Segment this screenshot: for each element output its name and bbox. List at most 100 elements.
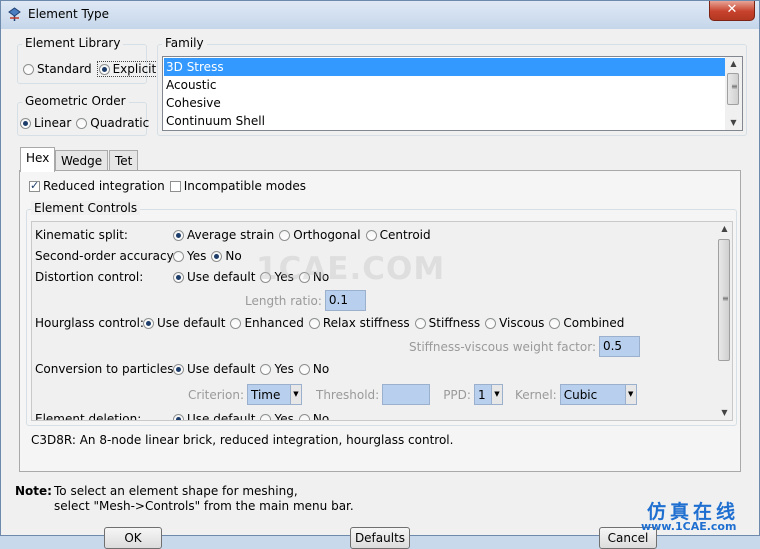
conversion-particles-label: Conversion to particles:	[35, 362, 178, 376]
radio-linear[interactable]: Linear	[20, 116, 71, 130]
kinematic-split-row: Kinematic split: Average strain Orthogon…	[35, 228, 436, 242]
scroll-down-icon[interactable]: ▼	[725, 116, 742, 130]
weight-factor-row: Stiffness-viscous weight factor: 0.5	[409, 336, 640, 357]
geometric-order-options: Linear Quadratic	[20, 116, 154, 130]
family-item-3d-stress[interactable]: 3D Stress	[164, 58, 725, 76]
radio-icon	[308, 317, 320, 329]
geometric-order-label: Geometric Order	[22, 94, 129, 108]
radio-conversion-yes[interactable]: Yes	[260, 362, 294, 376]
scroll-up-icon[interactable]: ▲	[725, 57, 742, 71]
radio-hourglass-combined[interactable]: Combined	[549, 316, 624, 330]
radio-explicit[interactable]: Explicit	[96, 61, 159, 77]
note-line-2: select "Mesh->Controls" from the main me…	[54, 499, 354, 513]
tab-tet[interactable]: Tet	[109, 150, 139, 171]
length-ratio-label: Length ratio:	[245, 293, 322, 308]
element-deletion-row: Element deletion: Use default Yes No	[35, 412, 334, 420]
kernel-label: Kernel:	[514, 387, 557, 402]
radio-second-order-yes[interactable]: Yes	[173, 249, 206, 263]
grip-icon: ≡	[731, 82, 738, 91]
weight-factor-input[interactable]: 0.5	[598, 336, 640, 357]
radio-conversion-no[interactable]: No	[298, 362, 329, 376]
radio-standard[interactable]: Standard	[23, 62, 92, 76]
defaults-button[interactable]: Defaults	[350, 527, 410, 549]
radio-centroid[interactable]: Centroid	[365, 228, 431, 242]
element-type-dialog: Element Type ✕ Element Library Standard …	[0, 0, 760, 549]
family-item-cohesive[interactable]: Cohesive	[164, 94, 725, 112]
radio-icon	[98, 63, 110, 75]
radio-hourglass-enhanced[interactable]: Enhanced	[230, 316, 304, 330]
hourglass-control-label: Hourglass control:	[35, 316, 144, 330]
radio-icon	[414, 317, 426, 329]
chevron-down-icon: ▼	[624, 385, 636, 404]
radio-icon	[365, 229, 377, 241]
radio-hourglass-relax-stiffness[interactable]: Relax stiffness	[308, 316, 410, 330]
scroll-up-icon[interactable]: ▲	[716, 222, 733, 236]
distortion-control-label: Distortion control:	[35, 270, 144, 284]
ok-button[interactable]: OK	[104, 527, 162, 549]
ppd-dropdown[interactable]: 1 ▼	[473, 384, 503, 405]
radio-second-order-no[interactable]: No	[211, 249, 242, 263]
note-label: Note:	[15, 484, 52, 498]
element-description: C3D8R: An 8-node linear brick, reduced i…	[31, 433, 454, 447]
chevron-down-icon: ▼	[290, 385, 301, 404]
family-label: Family	[162, 36, 207, 50]
element-controls-label: Element Controls	[31, 201, 141, 215]
weight-factor-label: Stiffness-viscous weight factor:	[409, 339, 596, 354]
tab-wedge[interactable]: Wedge	[55, 150, 109, 171]
title-bar[interactable]: Element Type ✕	[1, 1, 759, 29]
radio-icon	[20, 117, 31, 129]
ppd-label: PPD:	[443, 387, 471, 402]
radio-distortion-default[interactable]: Use default	[173, 270, 255, 284]
radio-icon	[260, 363, 272, 375]
radio-average-strain[interactable]: Average strain	[173, 228, 274, 242]
kinematic-split-label: Kinematic split:	[35, 228, 128, 242]
radio-icon	[23, 63, 34, 75]
radio-icon	[173, 363, 184, 375]
threshold-input[interactable]	[382, 384, 431, 405]
conversion-settings-row: Criterion: Time ▼ Threshold: PPD: 1 ▼ Ke…	[188, 384, 637, 405]
element-controls-scrollbar[interactable]: ▲ ≡ ▼	[716, 222, 732, 420]
radio-icon	[279, 229, 291, 241]
radio-hourglass-stiffness[interactable]: Stiffness	[414, 316, 480, 330]
corner-logo-url: www.1CAE.com	[641, 520, 737, 533]
radio-deletion-default[interactable]: Use default	[173, 412, 255, 420]
tab-hex[interactable]: Hex	[20, 147, 56, 172]
window-title: Element Type	[28, 7, 110, 21]
radio-conversion-default[interactable]: Use default	[173, 362, 255, 376]
radio-icon	[173, 229, 184, 241]
checkbox-icon	[169, 180, 181, 192]
radio-orthogonal[interactable]: Orthogonal	[279, 228, 361, 242]
radio-hourglass-viscous[interactable]: Viscous	[485, 316, 544, 330]
radio-icon	[211, 250, 223, 262]
hex-options: Reduced integration Incompatible modes	[29, 179, 311, 193]
length-ratio-input[interactable]: 0.1	[324, 290, 366, 311]
radio-icon	[143, 317, 154, 329]
radio-quadratic[interactable]: Quadratic	[76, 116, 149, 130]
family-item-acoustic[interactable]: Acoustic	[164, 76, 725, 94]
radio-icon	[173, 250, 184, 262]
criterion-dropdown[interactable]: Time ▼	[247, 384, 302, 405]
family-item-continuum-shell[interactable]: Continuum Shell	[164, 112, 725, 130]
element-library-options: Standard Explicit	[23, 61, 163, 77]
scroll-down-icon[interactable]: ▼	[716, 406, 733, 420]
close-button[interactable]: ✕	[709, 1, 755, 21]
scroll-thumb[interactable]: ≡	[718, 239, 730, 361]
radio-deletion-yes[interactable]: Yes	[260, 412, 294, 420]
kernel-dropdown[interactable]: Cubic ▼	[559, 384, 637, 405]
element-library-label: Element Library	[22, 36, 124, 50]
family-list[interactable]: 3D Stress Acoustic Cohesive Continuum Sh…	[162, 56, 743, 131]
grip-icon: ≡	[722, 294, 729, 303]
watermark-text: 1CAE.COM	[256, 251, 446, 287]
close-icon: ✕	[726, 2, 738, 17]
radio-icon	[173, 271, 184, 283]
radio-hourglass-default[interactable]: Use default	[143, 316, 225, 330]
second-order-row: Second-order accuracy: Yes No	[35, 249, 247, 263]
radio-icon	[298, 413, 310, 420]
family-scrollbar[interactable]: ▲ ≡ ▼	[725, 57, 742, 130]
note-line-1: To select an element shape for meshing,	[54, 484, 298, 498]
reduced-integration-checkbox[interactable]: Reduced integration	[29, 179, 165, 193]
scroll-thumb[interactable]: ≡	[727, 73, 739, 105]
incompatible-modes-checkbox[interactable]: Incompatible modes	[169, 179, 306, 193]
radio-deletion-no[interactable]: No	[298, 412, 329, 420]
hourglass-control-row: Hourglass control: Use default Enhanced …	[35, 316, 629, 330]
